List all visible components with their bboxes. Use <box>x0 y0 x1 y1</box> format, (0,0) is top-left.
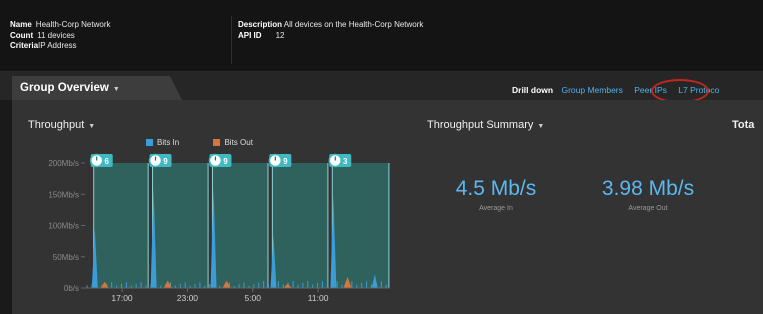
average-out-value: 3.98 Mb/s <box>601 177 695 200</box>
activity-marker: 9 <box>148 153 172 168</box>
y-tick-label: 150Mb/s <box>48 190 79 199</box>
average-in-value: 4.5 Mb/s <box>455 177 537 200</box>
activity-window <box>152 163 209 288</box>
activity-marker-count: 9 <box>283 157 288 166</box>
average-in-label: Average In <box>479 205 513 212</box>
activity-marker: 3 <box>328 153 352 168</box>
activity-window <box>212 163 268 288</box>
activity-marker-count: 9 <box>163 157 168 166</box>
activity-marker-count: 3 <box>343 157 348 166</box>
activity-marker: 6 <box>89 153 113 168</box>
activity-marker-count: 6 <box>104 157 109 166</box>
activity-marker-count: 9 <box>223 157 228 166</box>
activity-window <box>332 163 389 288</box>
y-tick-label: 0b/s <box>64 284 79 293</box>
y-tick-label: 50Mb/s <box>53 253 79 262</box>
x-tick-label: 17:00 <box>111 293 133 303</box>
activity-marker: 9 <box>208 153 232 168</box>
activity-marker: 9 <box>268 153 292 168</box>
y-tick-label: 200Mb/s <box>48 159 79 168</box>
activity-window <box>272 163 328 288</box>
x-tick-label: 23:00 <box>177 293 199 303</box>
y-tick-label: 100Mb/s <box>48 222 79 231</box>
activity-window <box>93 163 149 288</box>
x-tick-label: 5:00 <box>244 293 261 303</box>
average-out-label: Average Out <box>628 205 668 212</box>
throughput-chart[interactable]: 200Mb/s 150Mb/s 100Mb/s 50Mb/s 0b/s 6 9 9 9 3 17:0… <box>0 0 763 314</box>
x-tick-label: 11:00 <box>308 293 329 303</box>
